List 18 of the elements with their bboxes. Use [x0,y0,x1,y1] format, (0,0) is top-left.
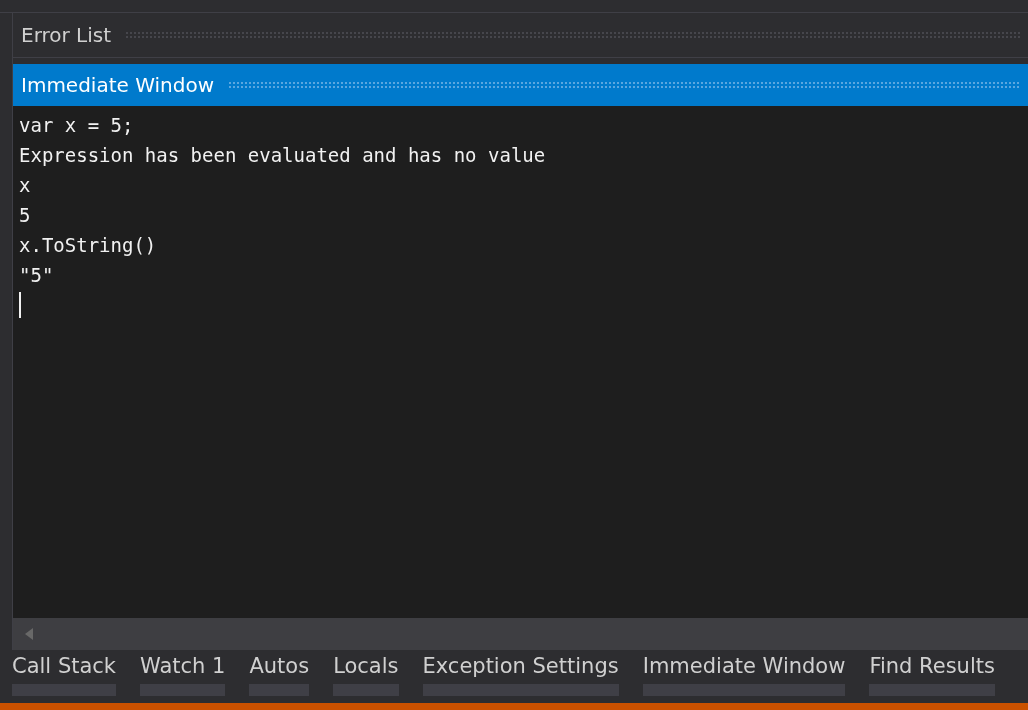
tool-window-tab[interactable]: Call Stack [12,654,116,703]
panel-header[interactable]: Immediate Window [13,64,1028,106]
output-line: var x = 5; [19,113,135,138]
tool-window-tab[interactable]: Watch 1 [140,654,226,703]
output-line: x [19,173,32,198]
scroll-left-icon[interactable] [25,628,33,640]
tool-window-tab[interactable]: Immediate Window [642,654,846,703]
output-line: Expression has been evaluated and has no value [19,143,547,168]
tool-window-tab[interactable]: Exception Settings [422,654,619,703]
tool-window-tab[interactable]: Locals [333,654,399,703]
output-line: "5" [19,263,55,288]
output-line: 5 [19,203,32,228]
immediate-window-output[interactable]: var x = 5; Expression has been evaluated and has no value x 5 x.ToString() "5" [13,106,1028,618]
tool-window-tab[interactable]: Find Results [869,654,995,703]
text-cursor [19,292,21,318]
horizontal-scrollbar[interactable] [13,618,1028,650]
output-line: x.ToString() [19,233,158,258]
tool-window-tab[interactable]: Autos [249,654,310,703]
